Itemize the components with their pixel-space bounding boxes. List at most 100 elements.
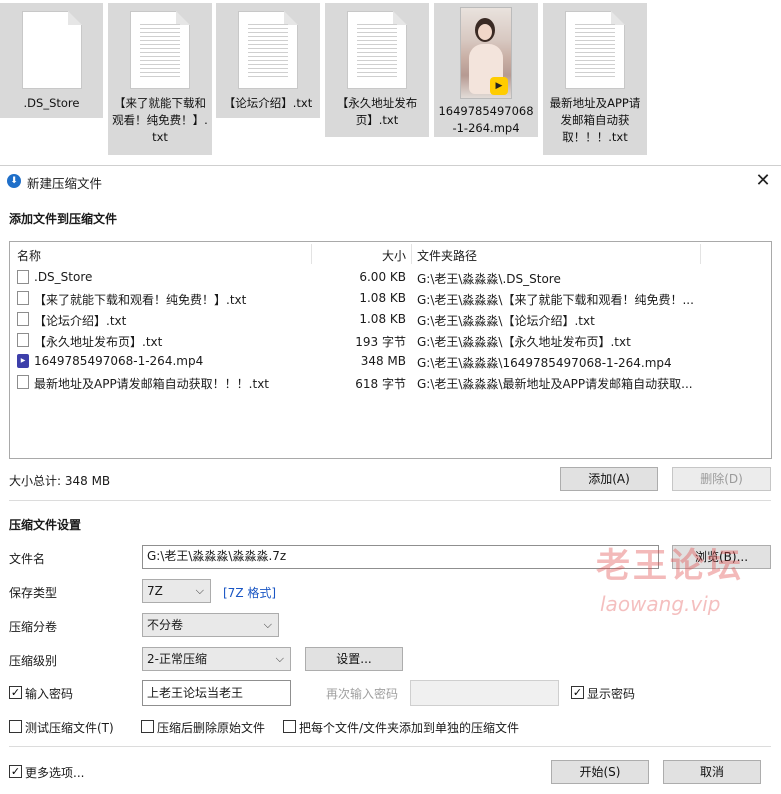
file-row[interactable]: .DS_Store 6.00 KB G:\老王\淼淼淼\.DS_Store <box>10 267 771 288</box>
format-link[interactable]: [7Z 格式] <box>223 584 276 601</box>
file-row[interactable]: 【论坛介绍】.txt 1.08 KB G:\老王\淼淼淼\【论坛介绍】.txt <box>10 309 771 330</box>
file-list[interactable]: 名称 大小 文件夹路径 .DS_Store 6.00 KB G:\老王\淼淼淼\… <box>9 241 772 459</box>
show-password-label: 显示密码 <box>587 687 636 701</box>
file-size: 618 字节 <box>355 377 406 391</box>
split-value: 不分卷 <box>147 618 184 632</box>
desktop-file-label: 1649785497068-1-264.mp4 <box>438 104 534 135</box>
desktop-file-ds-store[interactable]: .DS_Store <box>0 3 103 118</box>
show-password-checkbox[interactable]: ✓ <box>571 686 584 699</box>
desktop-file-label: 最新地址及APP请发邮箱自动获取！！！.txt <box>549 96 641 144</box>
desktop-file-label: 【来了就能下载和观看！纯免费！】.txt <box>112 96 208 144</box>
file-path: G:\老王\淼淼淼\【来了就能下载和观看！纯免费！... <box>417 293 694 307</box>
file-name: 【来了就能下载和观看！纯免费！】.txt <box>34 293 247 307</box>
divider <box>9 746 771 747</box>
cancel-button[interactable]: 取消 <box>663 760 761 784</box>
file-path: G:\老王\淼淼淼\【永久地址发布页】.txt <box>417 335 631 349</box>
watermark-url: laowang.vip <box>600 592 721 616</box>
desktop-file-label: 【论坛介绍】.txt <box>223 96 313 110</box>
file-list-header: 名称 大小 文件夹路径 <box>10 242 771 266</box>
file-name: .DS_Store <box>34 270 93 284</box>
file-path: G:\老王\淼淼淼\.DS_Store <box>417 272 561 286</box>
password-label: 输入密码 <box>25 687 74 701</box>
blank-file-icon <box>21 11 82 89</box>
file-row[interactable]: 【永久地址发布页】.txt 193 字节 G:\老王\淼淼淼\【永久地址发布页】… <box>10 330 771 351</box>
text-file-icon <box>238 11 298 89</box>
chevron-down-icon: ⌵ <box>195 584 204 597</box>
file-name: 【永久地址发布页】.txt <box>34 335 163 349</box>
divider <box>9 500 771 501</box>
desktop-file-txt[interactable]: 【论坛介绍】.txt <box>216 3 320 118</box>
total-size-text: 大小总计: 348 MB <box>9 474 111 488</box>
delete-button[interactable]: 删除(D) <box>672 467 771 491</box>
more-options-label[interactable]: 更多选项... <box>25 764 84 781</box>
column-path[interactable]: 文件夹路径 <box>417 247 477 264</box>
file-row[interactable]: ▶ 1649785497068-1-264.mp4 348 MB G:\老王\淼… <box>10 351 771 372</box>
chevron-down-icon: ⌵ <box>275 652 284 665</box>
password-checkbox[interactable]: ✓ <box>9 686 22 699</box>
file-size: 1.08 KB <box>359 312 406 326</box>
desktop-file-txt[interactable]: 最新地址及APP请发邮箱自动获取！！！.txt <box>543 3 647 155</box>
save-type-value: 7Z <box>147 584 163 598</box>
add-button[interactable]: 添加(A) <box>560 467 658 491</box>
reenter-password-input[interactable] <box>410 680 559 706</box>
close-icon[interactable]: ✕ <box>751 169 775 193</box>
delete-after-label: 压缩后删除原始文件 <box>157 721 266 735</box>
separate-archives-label: 把每个文件/文件夹添加到单独的压缩文件 <box>299 721 520 735</box>
level-value: 2-正常压缩 <box>147 652 207 666</box>
text-file-icon <box>17 333 29 347</box>
file-name: 最新地址及APP请发邮箱自动获取！！！.txt <box>34 377 270 391</box>
file-row[interactable]: 最新地址及APP请发邮箱自动获取！！！.txt 618 字节 G:\老王\淼淼淼… <box>10 372 771 393</box>
text-file-icon <box>130 11 190 89</box>
text-file-icon <box>17 291 29 305</box>
file-icon <box>17 270 29 284</box>
desktop-file-area: .DS_Store 【来了就能下载和观看！纯免费！】.txt 【论坛介绍】.tx… <box>0 0 781 165</box>
file-size: 1.08 KB <box>359 291 406 305</box>
player-badge-icon: ▶ <box>490 77 508 95</box>
more-options-checkbox[interactable]: ✓ <box>9 765 22 778</box>
file-name: 1649785497068-1-264.mp4 <box>34 354 204 368</box>
mp4-icon: ▶ <box>17 354 29 368</box>
delete-after-checkbox[interactable] <box>141 720 154 733</box>
column-size[interactable]: 大小 <box>382 247 406 264</box>
desktop-file-label: .DS_Store <box>23 96 80 110</box>
text-file-icon <box>347 11 407 89</box>
test-archive-checkbox[interactable] <box>9 720 22 733</box>
filename-input[interactable]: G:\老王\淼淼淼\淼淼淼.7z <box>142 545 659 569</box>
start-button[interactable]: 开始(S) <box>551 760 649 784</box>
file-path: G:\老王\淼淼淼\最新地址及APP请发邮箱自动获取... <box>417 377 693 391</box>
column-name[interactable]: 名称 <box>17 247 41 264</box>
add-files-section-title: 添加文件到压缩文件 <box>9 212 118 226</box>
save-type-select[interactable]: 7Z ⌵ <box>142 579 211 603</box>
save-type-label: 保存类型 <box>9 586 58 600</box>
level-select[interactable]: 2-正常压缩 ⌵ <box>142 647 291 671</box>
desktop-file-txt[interactable]: 【永久地址发布页】.txt <box>325 3 429 137</box>
filename-label: 文件名 <box>9 552 46 566</box>
reenter-password-label: 再次输入密码 <box>326 687 399 701</box>
text-file-icon <box>17 312 29 326</box>
test-archive-label: 测试压缩文件(T) <box>25 721 114 735</box>
text-file-icon <box>17 375 29 389</box>
separate-archives-checkbox[interactable] <box>283 720 296 733</box>
desktop-file-label: 【永久地址发布页】.txt <box>336 96 418 127</box>
file-name: 【论坛介绍】.txt <box>34 314 127 328</box>
video-thumbnail: ▶ <box>460 7 512 99</box>
split-select[interactable]: 不分卷 ⌵ <box>142 613 279 637</box>
desktop-file-txt[interactable]: 【来了就能下载和观看！纯免费！】.txt <box>108 3 212 155</box>
password-input[interactable]: 上老王论坛当老王 <box>142 680 291 706</box>
bandizip-icon: ⬇ <box>7 174 21 188</box>
file-size: 348 MB <box>360 354 406 368</box>
file-path: G:\老王\淼淼淼\1649785497068-1-264.mp4 <box>417 356 672 370</box>
file-path: G:\老王\淼淼淼\【论坛介绍】.txt <box>417 314 595 328</box>
title-bar: ⬇ 新建压缩文件 ✕ <box>0 166 781 196</box>
text-file-icon <box>565 11 625 89</box>
chevron-down-icon: ⌵ <box>263 618 272 631</box>
desktop-file-mp4[interactable]: ▶ 1649785497068-1-264.mp4 <box>434 3 538 137</box>
new-archive-dialog: ⬇ 新建压缩文件 ✕ 添加文件到压缩文件 名称 大小 文件夹路径 .DS_Sto… <box>0 165 781 794</box>
dialog-title: 新建压缩文件 <box>27 176 103 191</box>
watermark-text: 老王论坛 <box>596 546 744 586</box>
archive-settings-title: 压缩文件设置 <box>9 518 82 532</box>
file-row[interactable]: 【来了就能下载和观看！纯免费！】.txt 1.08 KB G:\老王\淼淼淼\【… <box>10 288 771 309</box>
file-size: 193 字节 <box>355 335 406 349</box>
split-label: 压缩分卷 <box>9 620 58 634</box>
level-settings-button[interactable]: 设置... <box>305 647 403 671</box>
